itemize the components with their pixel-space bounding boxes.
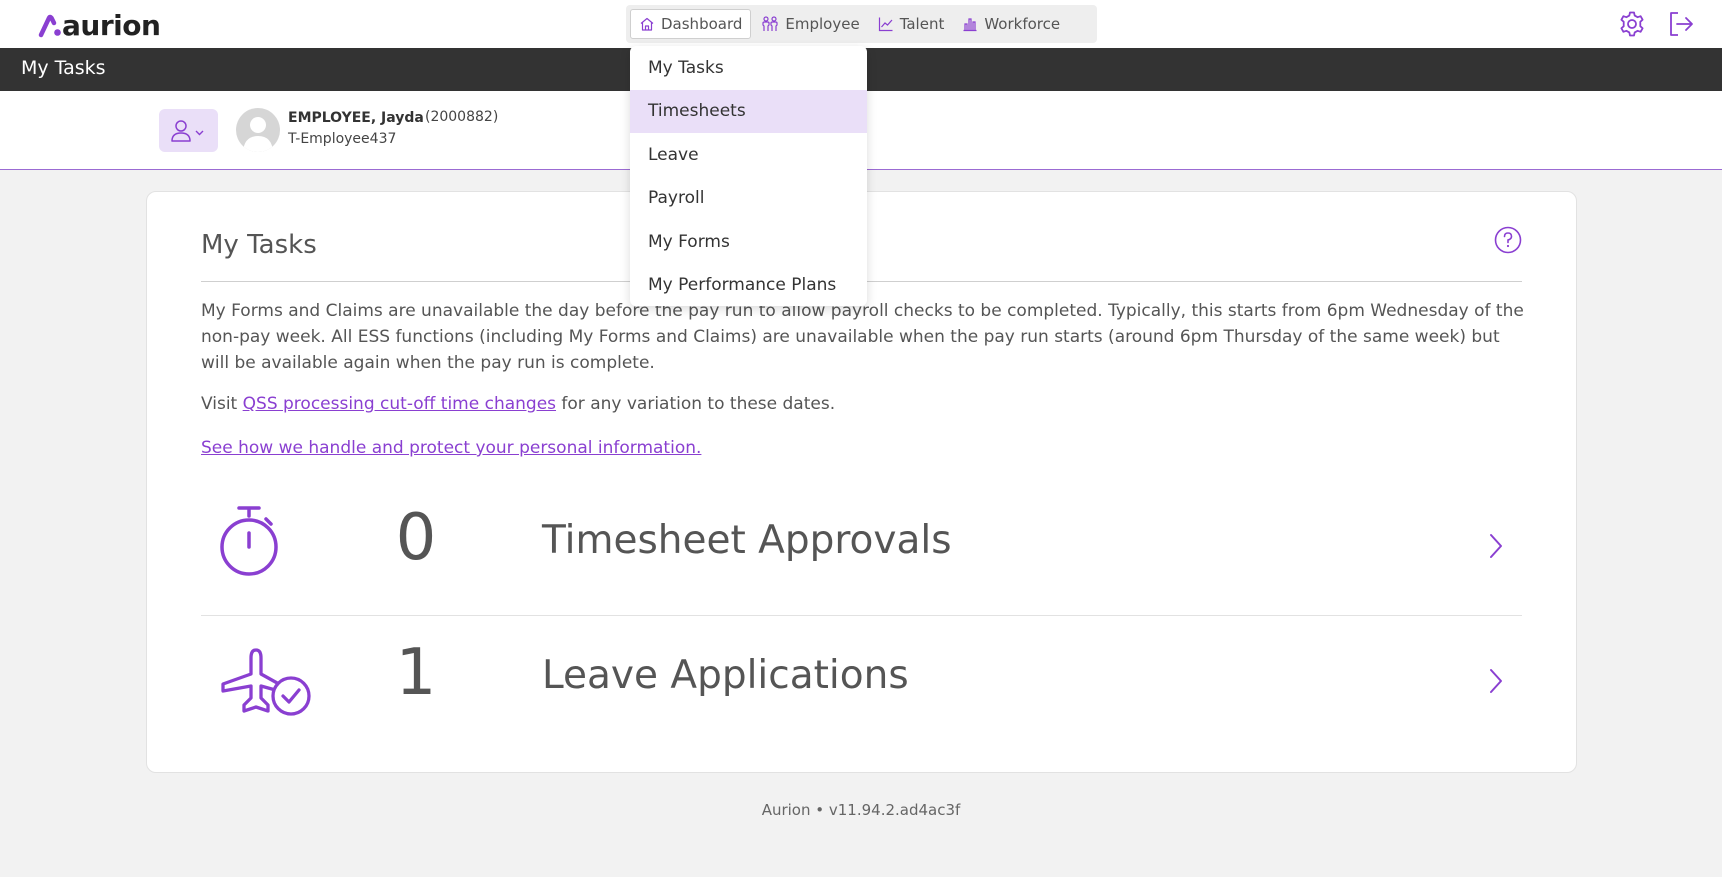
- bars-icon: [963, 18, 977, 32]
- task-row-timesheet-approvals[interactable]: 0 Timesheet Approvals: [201, 481, 1522, 616]
- menu-item-timesheets[interactable]: Timesheets: [630, 89, 867, 133]
- task-row-leave-applications[interactable]: 1 Leave Applications: [201, 616, 1522, 751]
- visit-suffix: for any variation to these dates.: [556, 394, 836, 414]
- nav-employee-label: Employee: [785, 15, 860, 33]
- main-nav: Dashboard Employee Talent Workforce: [626, 5, 1097, 43]
- menu-item-my-forms[interactable]: My Forms: [630, 220, 867, 264]
- logout-icon[interactable]: [1667, 10, 1695, 38]
- card-title: My Tasks: [201, 230, 317, 260]
- top-bar: aurion Dashboard Employee Talent Workfor…: [0, 0, 1722, 48]
- employee-id: (2000882): [425, 109, 499, 125]
- aurion-logo[interactable]: aurion: [38, 9, 161, 42]
- employee-code: T-Employee437: [288, 131, 397, 147]
- nav-dashboard[interactable]: Dashboard: [630, 9, 752, 39]
- visit-text: Visit QSS processing cut-off time change…: [201, 394, 835, 414]
- dashboard-dropdown-menu: My Tasks Timesheets Leave Payroll My For…: [630, 46, 867, 306]
- logo-text: aurion: [62, 9, 161, 42]
- plane-check-icon: [221, 648, 311, 716]
- menu-item-my-tasks[interactable]: My Tasks: [630, 46, 867, 90]
- people-icon: [762, 16, 778, 31]
- menu-item-payroll[interactable]: Payroll: [630, 177, 867, 221]
- nav-workforce-label: Workforce: [984, 15, 1061, 33]
- avatar-placeholder-icon: [243, 117, 273, 152]
- employee-switcher-button[interactable]: [159, 109, 218, 152]
- nav-dashboard-label: Dashboard: [661, 15, 743, 33]
- timesheet-approvals-label: Timesheet Approvals: [542, 518, 952, 563]
- nav-employee[interactable]: Employee: [753, 9, 867, 39]
- user-chevron-icon: [170, 119, 203, 142]
- privacy-text: See how we handle and protect your perso…: [201, 438, 701, 458]
- menu-item-leave[interactable]: Leave: [630, 133, 867, 177]
- nav-talent-label: Talent: [899, 15, 945, 33]
- logo-mark-icon: [38, 14, 61, 37]
- home-icon: [640, 17, 654, 31]
- footer-version: Aurion • v11.94.2.ad4ac3f: [761, 801, 961, 819]
- menu-item-my-performance-plans[interactable]: My Performance Plans: [630, 264, 867, 307]
- pay-run-notice: My Forms and Claims are unavailable the …: [201, 301, 1524, 373]
- avatar: [236, 108, 280, 152]
- trend-icon: [878, 17, 893, 32]
- chevron-right-icon[interactable]: [1488, 668, 1504, 694]
- leave-applications-count: 1: [395, 636, 437, 710]
- nav-talent[interactable]: Talent: [870, 9, 953, 39]
- qss-cutoff-link[interactable]: QSS processing cut-off time changes: [243, 394, 556, 414]
- visit-prefix: Visit: [201, 394, 243, 414]
- timesheet-approvals-count: 0: [395, 501, 437, 575]
- nav-workforce[interactable]: Workforce: [954, 9, 1068, 39]
- leave-applications-label: Leave Applications: [542, 653, 909, 698]
- page-title: My Tasks: [21, 57, 106, 79]
- gear-icon[interactable]: [1618, 10, 1646, 38]
- employee-name: EMPLOYEE, Jayda: [288, 110, 424, 126]
- stopwatch-icon: [220, 506, 278, 576]
- chevron-right-icon[interactable]: [1488, 533, 1504, 559]
- privacy-link[interactable]: See how we handle and protect your perso…: [201, 438, 701, 458]
- help-icon[interactable]: [1494, 226, 1522, 254]
